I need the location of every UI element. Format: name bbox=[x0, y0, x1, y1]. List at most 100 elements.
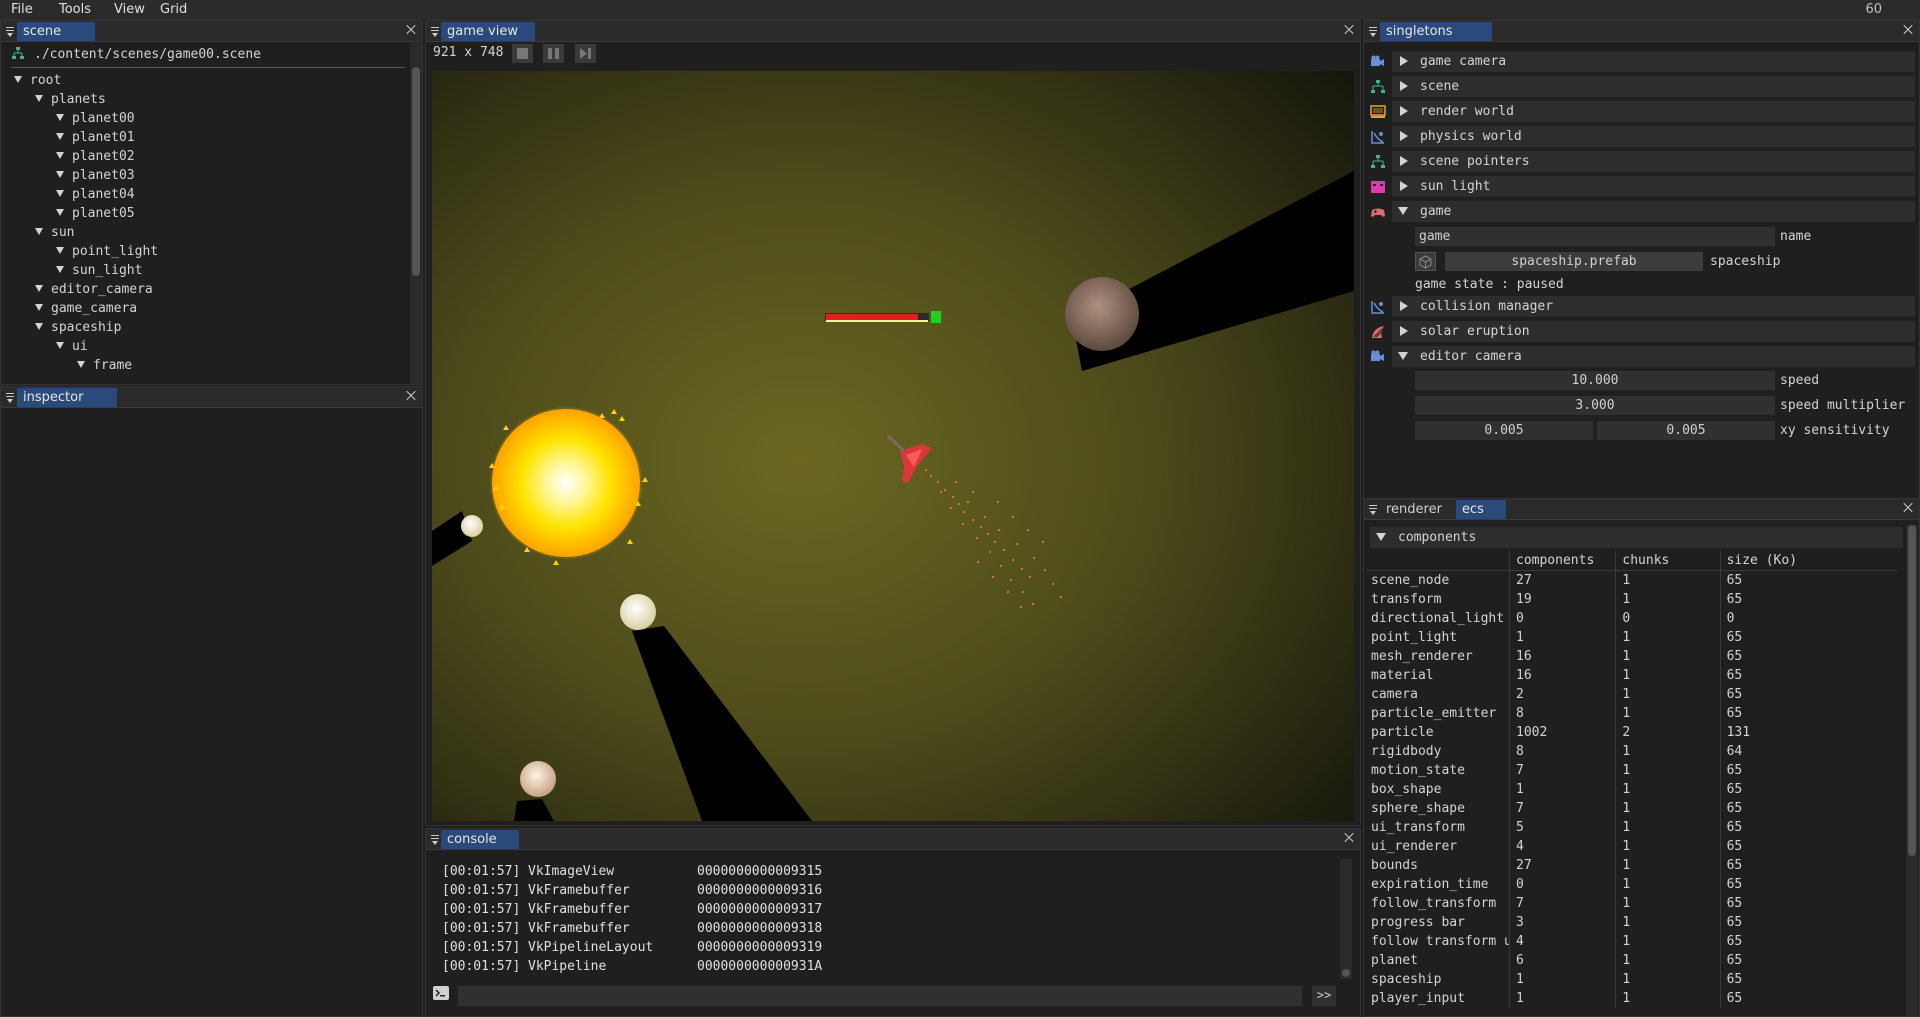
tab-singletons[interactable]: singletons bbox=[1380, 22, 1492, 41]
tree-node[interactable]: ui bbox=[56, 337, 88, 356]
tree-node[interactable]: planet02 bbox=[56, 147, 135, 166]
menu-tools[interactable]: Tools bbox=[59, 2, 91, 17]
xy-sensitivity-x-field[interactable]: 0.005 bbox=[1415, 421, 1593, 440]
menu-file[interactable]: File bbox=[11, 2, 33, 17]
chevron-down-icon bbox=[56, 114, 64, 121]
tree-node[interactable]: root bbox=[14, 71, 61, 90]
menu-grid[interactable]: Grid bbox=[160, 2, 187, 17]
console-submit-button[interactable]: >> bbox=[1312, 986, 1336, 1006]
table-row: ui_renderer 4 1 65 bbox=[1367, 837, 1897, 856]
singleton-collision-manager[interactable]: collision manager bbox=[1392, 296, 1915, 317]
tree-node[interactable]: sun_light bbox=[56, 261, 142, 280]
xy-sensitivity-label: xy sensitivity bbox=[1780, 423, 1890, 438]
table-cell: 1 bbox=[1615, 761, 1721, 780]
table-row: camera 2 1 65 bbox=[1367, 685, 1897, 704]
table-cell: 65 bbox=[1719, 685, 1897, 704]
cube-icon[interactable] bbox=[1415, 252, 1436, 271]
inspector-panel: inspector bbox=[0, 386, 423, 1017]
game-viewport[interactable] bbox=[432, 71, 1354, 821]
tab-console[interactable]: console bbox=[441, 830, 519, 849]
close-icon[interactable] bbox=[404, 22, 418, 38]
table-cell: ui_renderer bbox=[1371, 839, 1458, 854]
menu-view[interactable]: View bbox=[114, 2, 145, 17]
tree-node[interactable]: planet00 bbox=[56, 109, 135, 128]
close-icon[interactable] bbox=[404, 388, 418, 404]
name-field[interactable]: game bbox=[1415, 227, 1775, 246]
table-row: rigidbody 8 1 64 bbox=[1367, 742, 1897, 761]
planet bbox=[461, 515, 483, 537]
camera-icon bbox=[1370, 55, 1386, 69]
tree-node[interactable]: planet04 bbox=[56, 185, 135, 204]
panel-titlebar: game view bbox=[426, 21, 1360, 42]
table-cell: camera bbox=[1371, 687, 1418, 702]
scrollbar[interactable] bbox=[1340, 859, 1352, 979]
table-cell: 5 bbox=[1508, 818, 1616, 837]
close-icon[interactable] bbox=[1901, 500, 1915, 516]
tree-node[interactable]: point_light bbox=[56, 242, 158, 261]
speed-field[interactable]: 10.000 bbox=[1415, 371, 1775, 390]
tree-node[interactable]: planet05 bbox=[56, 204, 135, 223]
tree-node[interactable]: planets bbox=[35, 90, 106, 109]
log-time: [00:01:57] bbox=[442, 864, 521, 879]
chevron-right-icon bbox=[1400, 130, 1408, 141]
tree-node[interactable]: planet01 bbox=[56, 128, 135, 147]
planet bbox=[620, 594, 656, 630]
separator bbox=[11, 67, 405, 68]
tab-game-view[interactable]: game view bbox=[441, 22, 535, 41]
scrollbar-thumb[interactable] bbox=[1342, 969, 1350, 977]
singleton-game-camera[interactable]: game camera bbox=[1392, 51, 1915, 72]
close-icon[interactable] bbox=[1901, 22, 1915, 38]
close-icon[interactable] bbox=[1342, 830, 1356, 846]
tree-node[interactable]: sun bbox=[35, 223, 74, 242]
panel-menu-icon[interactable] bbox=[4, 389, 16, 403]
tab-renderer[interactable]: renderer bbox=[1380, 500, 1468, 519]
tree-node-label: ui bbox=[72, 339, 88, 354]
scrollbar[interactable] bbox=[1906, 525, 1918, 1016]
tree-node[interactable]: spaceship bbox=[35, 318, 121, 337]
tab-ecs[interactable]: ecs bbox=[1456, 500, 1506, 519]
tree-node[interactable]: game_camera bbox=[35, 299, 137, 318]
table-cell: 1 bbox=[1615, 685, 1721, 704]
tree-node-label: frame bbox=[93, 358, 133, 373]
singleton-editor-camera[interactable]: editor camera bbox=[1392, 346, 1915, 367]
prefab-field[interactable]: spaceship.prefab bbox=[1445, 252, 1703, 271]
panel-menu-icon[interactable] bbox=[1367, 501, 1379, 515]
console-input[interactable] bbox=[458, 986, 1302, 1006]
table-cell: 1 bbox=[1508, 780, 1616, 799]
panel-menu-icon[interactable] bbox=[4, 23, 16, 37]
table-cell: 65 bbox=[1719, 628, 1897, 647]
table-cell: scene_node bbox=[1371, 573, 1450, 588]
tab-inspector[interactable]: inspector bbox=[17, 388, 117, 407]
xy-sensitivity-y-field[interactable]: 0.005 bbox=[1597, 421, 1775, 440]
table-cell: 1 bbox=[1615, 647, 1721, 666]
components-header[interactable]: components bbox=[1370, 527, 1903, 548]
speed-multiplier-field[interactable]: 3.000 bbox=[1415, 396, 1775, 415]
panel-menu-icon[interactable] bbox=[429, 831, 441, 845]
singleton-physics-world[interactable]: physics world bbox=[1392, 126, 1915, 147]
panel-menu-icon[interactable] bbox=[1367, 23, 1379, 37]
singleton-solar-eruption[interactable]: solar eruption bbox=[1392, 321, 1915, 342]
tree-node[interactable]: planet03 bbox=[56, 166, 135, 185]
singleton-scene-pointers[interactable]: scene pointers bbox=[1392, 151, 1915, 172]
singleton-render-world[interactable]: render world bbox=[1392, 101, 1915, 122]
table-cell: 1 bbox=[1615, 780, 1721, 799]
components-title: components bbox=[1398, 530, 1477, 545]
close-icon[interactable] bbox=[1342, 22, 1356, 38]
panel-menu-icon[interactable] bbox=[429, 23, 441, 37]
pause-button[interactable] bbox=[543, 44, 564, 63]
stop-button[interactable] bbox=[512, 44, 533, 63]
log-type: VkFramebuffer bbox=[528, 921, 630, 936]
tab-scene[interactable]: scene bbox=[17, 22, 95, 41]
table-cell: 65 bbox=[1719, 932, 1897, 951]
scrollbar-thumb[interactable] bbox=[412, 67, 420, 276]
singleton-sun-light[interactable]: sun light bbox=[1392, 176, 1915, 197]
scrollbar[interactable] bbox=[410, 43, 422, 384]
scrollbar-thumb[interactable] bbox=[1908, 525, 1916, 856]
singleton-scene[interactable]: scene bbox=[1392, 76, 1915, 97]
singleton-game[interactable]: game bbox=[1392, 201, 1915, 222]
table-row: expiration_time 0 1 65 bbox=[1367, 875, 1897, 894]
step-button[interactable] bbox=[575, 44, 596, 63]
tree-node[interactable]: editor_camera bbox=[35, 280, 153, 299]
game-scene bbox=[432, 71, 1354, 821]
tree-node[interactable]: frame bbox=[77, 356, 132, 375]
